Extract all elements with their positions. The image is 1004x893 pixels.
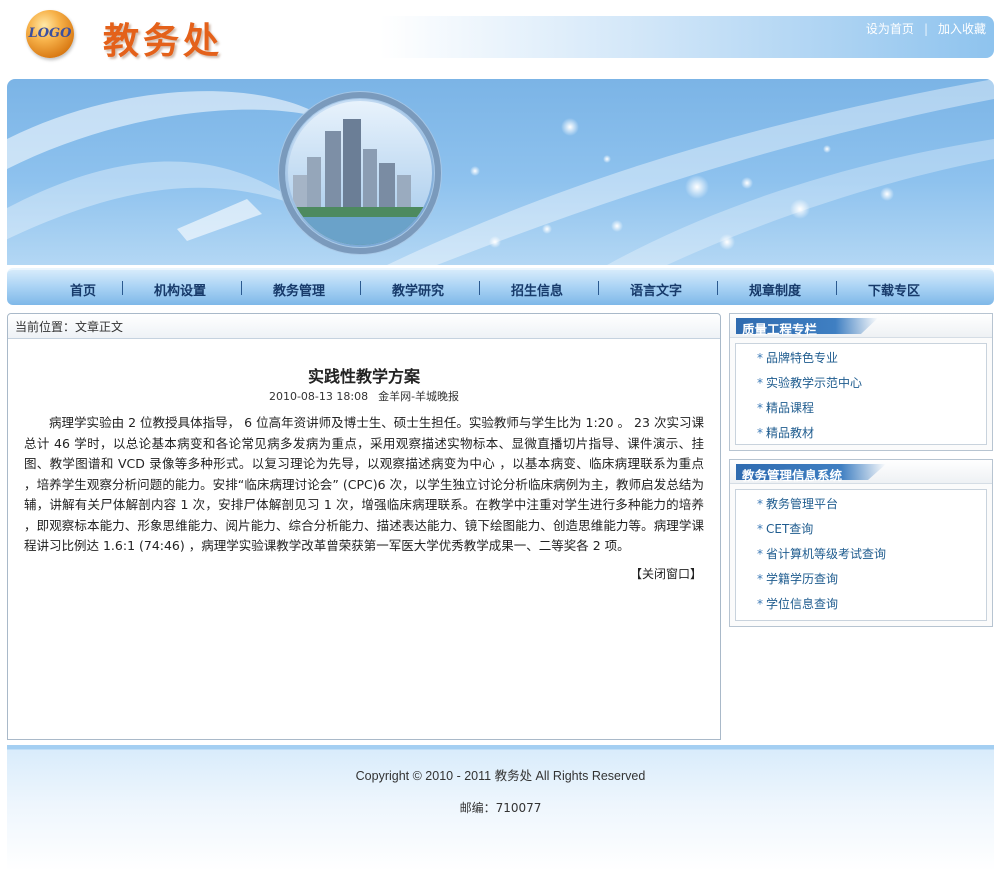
- star-bullet-icon: *: [757, 351, 763, 365]
- star-bullet-icon: *: [757, 497, 763, 511]
- list-item: * CET查询: [757, 520, 986, 545]
- banner-image: [7, 79, 994, 265]
- nav-item-downloads[interactable]: 下载专区: [868, 280, 920, 299]
- postcode-text: 邮编：710077: [459, 801, 542, 815]
- sidebar-link-degree-query[interactable]: 学位信息查询: [766, 597, 838, 611]
- nav-item-regulations[interactable]: 规章制度: [749, 280, 801, 299]
- site-header: LOGO 教务处 设为首页 | 加入收藏: [0, 0, 1004, 70]
- list-item: * 省计算机等级考试查询: [757, 545, 986, 570]
- star-bullet-icon: *: [757, 426, 763, 440]
- list-item: * 教务管理平台: [757, 495, 986, 520]
- sidebar-link-cet-query[interactable]: CET查询: [766, 522, 813, 536]
- article-source: 金羊网-羊城晚报: [378, 390, 460, 403]
- add-favorite-link[interactable]: 加入收藏: [938, 22, 986, 36]
- sidebar-link-demo-center[interactable]: 实验教学示范中心: [766, 376, 862, 390]
- sidebar-list-panel: * 品牌特色专业 * 实验教学示范中心 * 精品课程 * 精品教材: [735, 343, 987, 445]
- top-links-separator: |: [923, 22, 928, 36]
- article-body: 病理学实验由 2 位教授具体指导， 6 位高年资讲师及博士生、硕士生担任。实验教…: [24, 415, 704, 553]
- list-item: * 学位信息查询: [757, 595, 986, 620]
- nav-item-home[interactable]: 首页: [70, 280, 96, 299]
- sidebar-section-header: 教务管理信息系统: [730, 460, 992, 484]
- close-window-link[interactable]: 【关闭窗口】: [630, 565, 702, 582]
- article-panel: 当前位置：文章正文 实践性教学方案 2010-08-13 18:08 金羊网-羊城…: [7, 313, 721, 740]
- site-title: 教务处: [103, 21, 224, 62]
- star-bullet-icon: *: [757, 522, 763, 536]
- list-item: * 品牌特色专业: [757, 349, 986, 374]
- star-bullet-icon: *: [757, 572, 763, 586]
- star-bullet-icon: *: [757, 597, 763, 611]
- nav-item-organization[interactable]: 机构设置: [154, 280, 206, 299]
- sidebar-academic-info-system: 教务管理信息系统 * 教务管理平台 * CET查询 * 省计算机等级考试查询 * 学籍学…: [729, 459, 993, 627]
- star-bullet-icon: *: [757, 376, 763, 390]
- nav-separator: [360, 281, 361, 295]
- article-title: 实践性教学方案: [307, 367, 420, 386]
- sidebar-list: * 品牌特色专业 * 实验教学示范中心 * 精品课程 * 精品教材: [736, 344, 986, 449]
- nav-item-teaching-research[interactable]: 教学研究: [392, 280, 444, 299]
- breadcrumb: 当前位置：文章正文: [8, 314, 720, 339]
- top-links: 设为首页 | 加入收藏: [866, 20, 986, 37]
- sidebar-link-featured-majors[interactable]: 品牌特色专业: [766, 351, 838, 365]
- nav-separator: [479, 281, 480, 295]
- nav-separator: [717, 281, 718, 295]
- sidebar-list: * 教务管理平台 * CET查询 * 省计算机等级考试查询 * 学籍学历查询 * 学位信息…: [736, 490, 986, 620]
- nav-item-admissions[interactable]: 招生信息: [511, 280, 563, 299]
- star-bullet-icon: *: [757, 401, 763, 415]
- site-footer: Copyright © 2010 - 2011 教务处 All Rights R…: [7, 745, 994, 893]
- main-nav: 首页 机构设置 教务管理 教学研究 招生信息 语言文字 规章制度 下载专区: [7, 268, 994, 305]
- sidebar-list-panel: * 教务管理平台 * CET查询 * 省计算机等级考试查询 * 学籍学历查询 * 学位信息…: [735, 489, 987, 621]
- nav-separator: [836, 281, 837, 295]
- site-logo[interactable]: LOGO: [26, 10, 74, 58]
- copyright-text: Copyright © 2010 - 2011 教务处 All Rights R…: [355, 769, 646, 783]
- list-item: * 精品课程: [757, 399, 986, 424]
- star-bullet-icon: *: [757, 547, 763, 561]
- sidebar-link-quality-textbooks[interactable]: 精品教材: [766, 426, 814, 440]
- list-item: * 学籍学历查询: [757, 570, 986, 595]
- sidebar-quality-engineering: 质量工程专栏 * 品牌特色专业 * 实验教学示范中心 * 精品课程 * 精品教材: [729, 313, 993, 451]
- sidebar-section-header: 质量工程专栏: [730, 314, 992, 338]
- set-home-link[interactable]: 设为首页: [866, 22, 914, 36]
- nav-item-language[interactable]: 语言文字: [630, 280, 682, 299]
- nav-item-academic-affairs[interactable]: 教务管理: [273, 280, 325, 299]
- sidebar-section-title: 教务管理信息系统: [742, 468, 843, 483]
- nav-separator: [598, 281, 599, 295]
- nav-separator: [241, 281, 242, 295]
- list-item: * 实验教学示范中心: [757, 374, 986, 399]
- list-item: * 精品教材: [757, 424, 986, 449]
- sidebar-link-computer-exam-query[interactable]: 省计算机等级考试查询: [766, 547, 886, 561]
- sidebar-section-title: 质量工程专栏: [742, 322, 818, 337]
- sidebar-link-management-platform[interactable]: 教务管理平台: [766, 497, 838, 511]
- sidebar-link-status-query[interactable]: 学籍学历查询: [766, 572, 838, 586]
- banner-graphic: [7, 79, 994, 265]
- article-meta: 2010-08-13 18:08 金羊网-羊城晚报: [8, 388, 720, 404]
- sidebar-link-quality-courses[interactable]: 精品课程: [766, 401, 814, 415]
- logo-text: LOGO: [28, 26, 72, 41]
- article-date: 2010-08-13 18:08: [268, 390, 369, 403]
- nav-separator: [122, 281, 123, 295]
